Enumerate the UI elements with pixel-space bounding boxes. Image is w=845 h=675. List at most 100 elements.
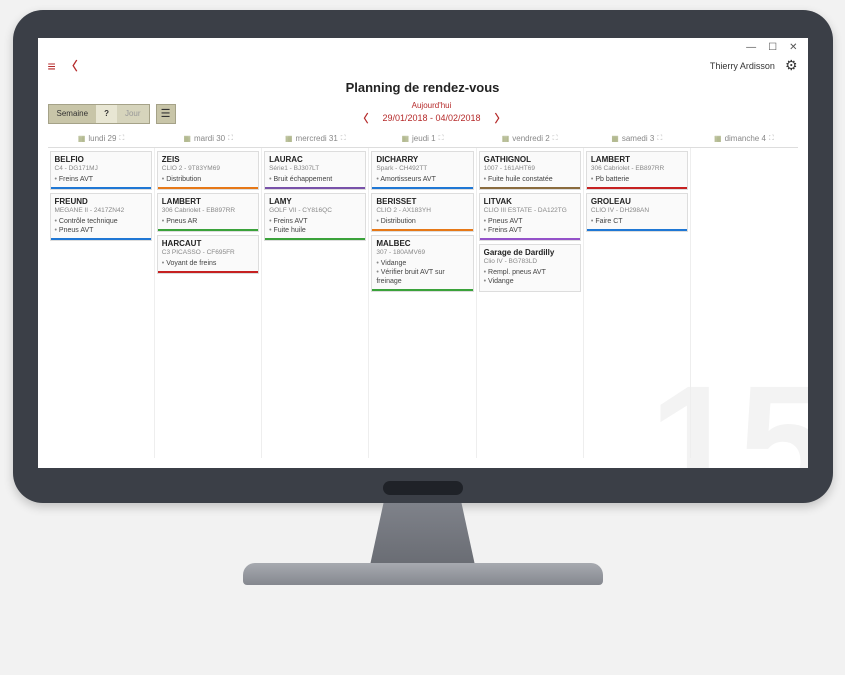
card-item: Distribution [162,175,254,184]
appointment-card[interactable]: ZEISCLIO 2 - 9T83YM69 Distribution [157,151,259,190]
card-item: Vérifier bruit AVT sur freinage [376,268,468,286]
status-bar [480,187,580,189]
status-bar [587,229,687,231]
day-header[interactable]: ▦dimanche 4⛶ [690,130,797,147]
appointment-card[interactable]: LAMBERT306 Cabriolet - EB897RRPneus AR [157,193,259,232]
monitor-stand [358,503,488,563]
card-item: Voyant de freins [162,259,254,268]
card-vehicle: 1007 - 161AHT69 [484,165,576,173]
day-column: ZEISCLIO 2 - 9T83YM69 Distribution LAMBERT… [155,148,262,458]
page-title: Planning de rendez-vous [38,80,808,95]
card-item: Faire CT [591,217,683,226]
menu-icon[interactable]: ≡ [48,58,56,74]
view-week-button[interactable]: Semaine [49,105,97,123]
card-vehicle: C4 - DG171MJ [55,165,147,173]
appointment-card[interactable]: GROLEAUCLIO IV - DH298AN Faire CT [586,193,688,232]
appointment-card[interactable]: LAMYGOLF VII - CY816QCFreins AVTFuite hu… [264,193,366,241]
view-day-button[interactable]: Jour [117,105,149,123]
day-header[interactable]: ▦vendredi 2⛶ [476,130,583,147]
day-label: mardi 30 [194,134,225,143]
window-maximize[interactable]: ☐ [768,42,777,53]
list-view-button[interactable]: ☰ [156,104,176,124]
window-minimize[interactable]: — [746,42,756,53]
card-item: Distribution [376,217,468,226]
day-header[interactable]: ▦lundi 29⛶ [48,130,155,147]
status-bar [587,187,687,189]
card-item: Freins AVT [269,217,361,226]
card-item: Rempl. pneus AVT [484,268,576,277]
card-item: Freins AVT [484,226,576,235]
window-close[interactable]: ✕ [789,42,797,53]
day-header[interactable]: ▦mardi 30⛶ [155,130,262,147]
card-name: BELFIO [55,155,147,165]
card-vehicle: Spark - CH492TT [376,165,468,173]
next-week-button[interactable]: 〉 [495,110,506,126]
gear-icon[interactable]: ⚙ [785,57,798,74]
expand-icon[interactable]: ⛶ [553,135,558,143]
day-header[interactable]: ▦samedi 3⛶ [583,130,690,147]
day-header[interactable]: ▦jeudi 1⛶ [369,130,476,147]
day-label: dimanche 4 [725,134,766,143]
card-name: ZEIS [162,155,254,165]
help-button[interactable]: ? [96,105,117,123]
expand-icon[interactable]: ⛶ [228,135,233,143]
status-bar [158,229,258,231]
appointment-card[interactable]: DICHARRYSpark - CH492TTAmortisseurs AVT [371,151,473,190]
card-name: GROLEAU [591,197,683,207]
card-vehicle: C3 PICASSO - CF695FR [162,249,254,257]
card-item: Pneus AVT [484,217,576,226]
card-name: DICHARRY [376,155,468,165]
card-name: LAURAC [269,155,361,165]
card-item: Contrôle technique [55,217,147,226]
status-bar [480,238,580,240]
day-label: lundi 29 [88,134,116,143]
appointment-card[interactable]: HARCAUTC3 PICASSO - CF695FR Voyant de fre… [157,235,259,274]
card-item: Pb batterie [591,175,683,184]
status-bar [372,187,472,189]
day-column: LAURACSérie1 - BJ307LTBruit échappementL… [262,148,369,458]
monitor-base [243,563,603,585]
card-item: Pneus AVT [55,226,147,235]
user-name: Thierry Ardisson [710,61,775,71]
calendar-icon: ▦ [183,134,191,143]
card-vehicle: CLIO 2 - 9T83YM69 [162,165,254,173]
appointment-card[interactable]: GATHIGNOL1007 - 161AHT69Fuite huile cons… [479,151,581,190]
card-name: MALBEC [376,239,468,249]
day-label: mercredi 31 [296,134,338,143]
status-bar [372,229,472,231]
card-name: FREUND [55,197,147,207]
day-column: BELFIOC4 - DG171MJFreins AVTFREUNDMEGANE… [48,148,155,458]
appointment-card[interactable]: FREUNDMEGANE II - 2417ZN42Contrôle techn… [50,193,152,241]
appointment-card[interactable]: LAURACSérie1 - BJ307LTBruit échappement [264,151,366,190]
expand-icon[interactable]: ⛶ [119,135,124,143]
appointment-card[interactable]: MALBEC307 - 180AMV69 VidangeVérifier brui… [371,235,473,292]
appointment-card[interactable]: Garage de DardillyClio IV - BG783LDRempl… [479,244,581,292]
card-vehicle: CLIO IV - DH298AN [591,207,683,215]
card-vehicle: CLIO 2 - AX183YH [376,207,468,215]
back-button[interactable]: 〈 [66,57,78,74]
day-column: GATHIGNOL1007 - 161AHT69Fuite huile cons… [477,148,584,458]
appointment-card[interactable]: LAMBERT306 Cabriolet - EB897RRPb batteri… [586,151,688,190]
card-vehicle: Clio IV - BG783LD [484,258,576,266]
expand-icon[interactable]: ⛶ [769,135,774,143]
card-vehicle: 307 - 180AMV69 [376,249,468,257]
expand-icon[interactable]: ⛶ [439,135,444,143]
card-name: HARCAUT [162,239,254,249]
appointment-card[interactable]: LITVAKCLIO III ESTATE - DA122TG Pneus AVT… [479,193,581,241]
day-label: samedi 3 [622,134,654,143]
calendar-icon: ▦ [502,134,510,143]
card-item: Vidange [376,259,468,268]
card-vehicle: CLIO III ESTATE - DA122TG [484,207,576,215]
today-link[interactable]: Aujourd'hui [182,101,682,110]
appointment-card[interactable]: BERISSETCLIO 2 - AX183YHDistribution [371,193,473,232]
appointment-card[interactable]: BELFIOC4 - DG171MJFreins AVT [50,151,152,190]
day-header[interactable]: ▦mercredi 31⛶ [262,130,369,147]
view-toggle[interactable]: Semaine ? Jour [48,104,150,124]
calendar-icon: ▦ [401,134,409,143]
expand-icon[interactable]: ⛶ [657,135,662,143]
prev-week-button[interactable]: 〈 [357,110,368,126]
card-item: Fuite huile [269,226,361,235]
card-item: Vidange [484,277,576,286]
card-name: LITVAK [484,197,576,207]
expand-icon[interactable]: ⛶ [341,135,346,143]
